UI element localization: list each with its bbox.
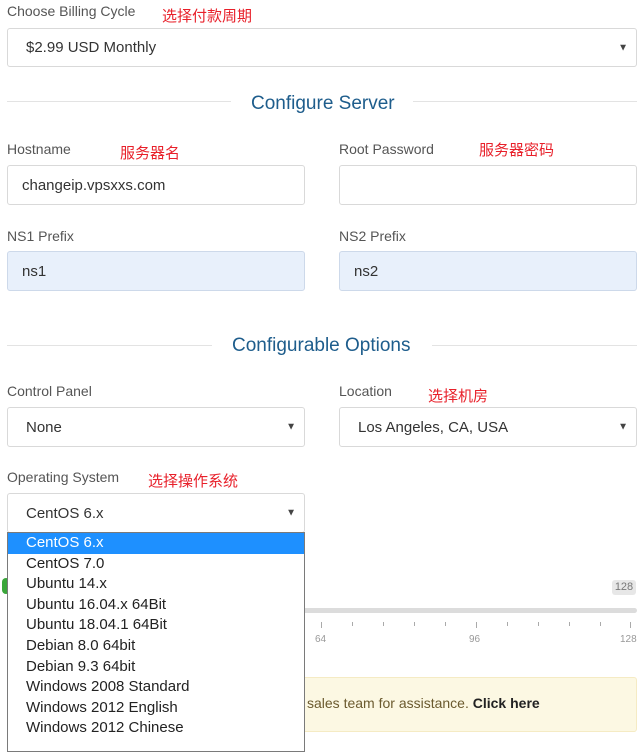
os-option[interactable]: Debian 9.3 64bit	[8, 657, 304, 678]
slider-tick-label: 64	[315, 634, 327, 645]
configure-server-title: Configure Server	[251, 93, 395, 114]
ns2-input[interactable]: ns2	[339, 251, 637, 291]
control-panel-value: None	[26, 418, 62, 436]
os-option[interactable]: Windows 2008 Standard	[8, 677, 304, 698]
os-option[interactable]: Debian 8.0 64bit	[8, 636, 304, 657]
ns1-label: NS1 Prefix	[7, 228, 74, 244]
slider-tick	[414, 622, 415, 626]
ns2-label: NS2 Prefix	[339, 228, 406, 244]
os-select[interactable]: CentOS 6.x ▼	[7, 493, 305, 533]
slider-tick	[476, 622, 477, 628]
billing-cycle-note: 选择付款周期	[162, 7, 253, 25]
billing-cycle-label: Choose Billing Cycle	[7, 3, 136, 19]
slider-tick-label: 128	[620, 634, 637, 645]
ns1-value: ns1	[22, 262, 47, 280]
options-divider-left	[7, 345, 212, 346]
slider-tick	[630, 622, 631, 628]
location-value: Los Angeles, CA, USA	[358, 418, 509, 436]
slider-tick	[383, 622, 384, 626]
os-option[interactable]: Windows 2012 English	[8, 698, 304, 719]
slider-tick-label: 96	[469, 634, 481, 645]
hostname-value: changeip.vpsxxs.com	[22, 176, 166, 194]
os-option[interactable]: Ubuntu 14.x	[8, 574, 304, 595]
location-select[interactable]: Los Angeles, CA, USA ▼	[339, 407, 637, 447]
os-value: CentOS 6.x	[26, 504, 104, 522]
configurable-options-title: Configurable Options	[232, 335, 411, 356]
caret-down-icon: ▼	[286, 507, 296, 519]
slider-tick	[445, 622, 446, 626]
os-note: 选择操作系统	[148, 472, 239, 490]
hostname-label: Hostname	[7, 141, 71, 157]
os-dropdown-list[interactable]: CentOS 6.x CentOS 7.0 Ubuntu 14.x Ubuntu 16…	[7, 532, 305, 752]
os-option[interactable]: Windows 2012 Chinese	[8, 718, 304, 739]
os-option[interactable]: CentOS 6.x	[8, 533, 304, 554]
os-label: Operating System	[7, 469, 120, 485]
root-password-note: 服务器密码	[479, 141, 555, 159]
root-password-label: Root Password	[339, 141, 434, 157]
caret-down-icon: ▼	[618, 421, 628, 433]
options-divider-right	[432, 345, 637, 346]
slider-value-badge: 128	[612, 580, 636, 595]
notice-message: sales team for assistance.	[307, 695, 469, 711]
slider-tick	[321, 622, 322, 628]
os-option[interactable]: Ubuntu 18.04.1 64Bit	[8, 615, 304, 636]
slider-tick	[507, 622, 508, 626]
ns1-input[interactable]: ns1	[7, 251, 305, 291]
ns2-value: ns2	[354, 262, 379, 280]
billing-cycle-value: $2.99 USD Monthly	[26, 39, 157, 56]
slider-tick	[352, 622, 353, 626]
billing-cycle-select[interactable]: $2.99 USD Monthly ▼	[7, 28, 637, 67]
hostname-note: 服务器名	[120, 144, 181, 162]
location-note: 选择机房	[428, 387, 489, 405]
control-panel-label: Control Panel	[7, 383, 92, 399]
os-option[interactable]: CentOS 7.0	[8, 554, 304, 575]
caret-down-icon: ▼	[286, 421, 296, 433]
section-divider-left	[7, 101, 231, 102]
notice-text: sales team for assistance. Click here	[307, 695, 540, 711]
control-panel-select[interactable]: None ▼	[7, 407, 305, 447]
os-option[interactable]: Ubuntu 16.04.x 64Bit	[8, 595, 304, 616]
slider-tick	[600, 622, 601, 626]
caret-down-icon: ▼	[618, 42, 628, 53]
slider-tick	[538, 622, 539, 626]
root-password-input[interactable]	[339, 165, 637, 205]
slider-tick	[569, 622, 570, 626]
section-divider-right	[413, 101, 637, 102]
notice-link[interactable]: Click here	[473, 695, 540, 711]
location-label: Location	[339, 383, 392, 399]
hostname-input[interactable]: changeip.vpsxxs.com	[7, 165, 305, 205]
